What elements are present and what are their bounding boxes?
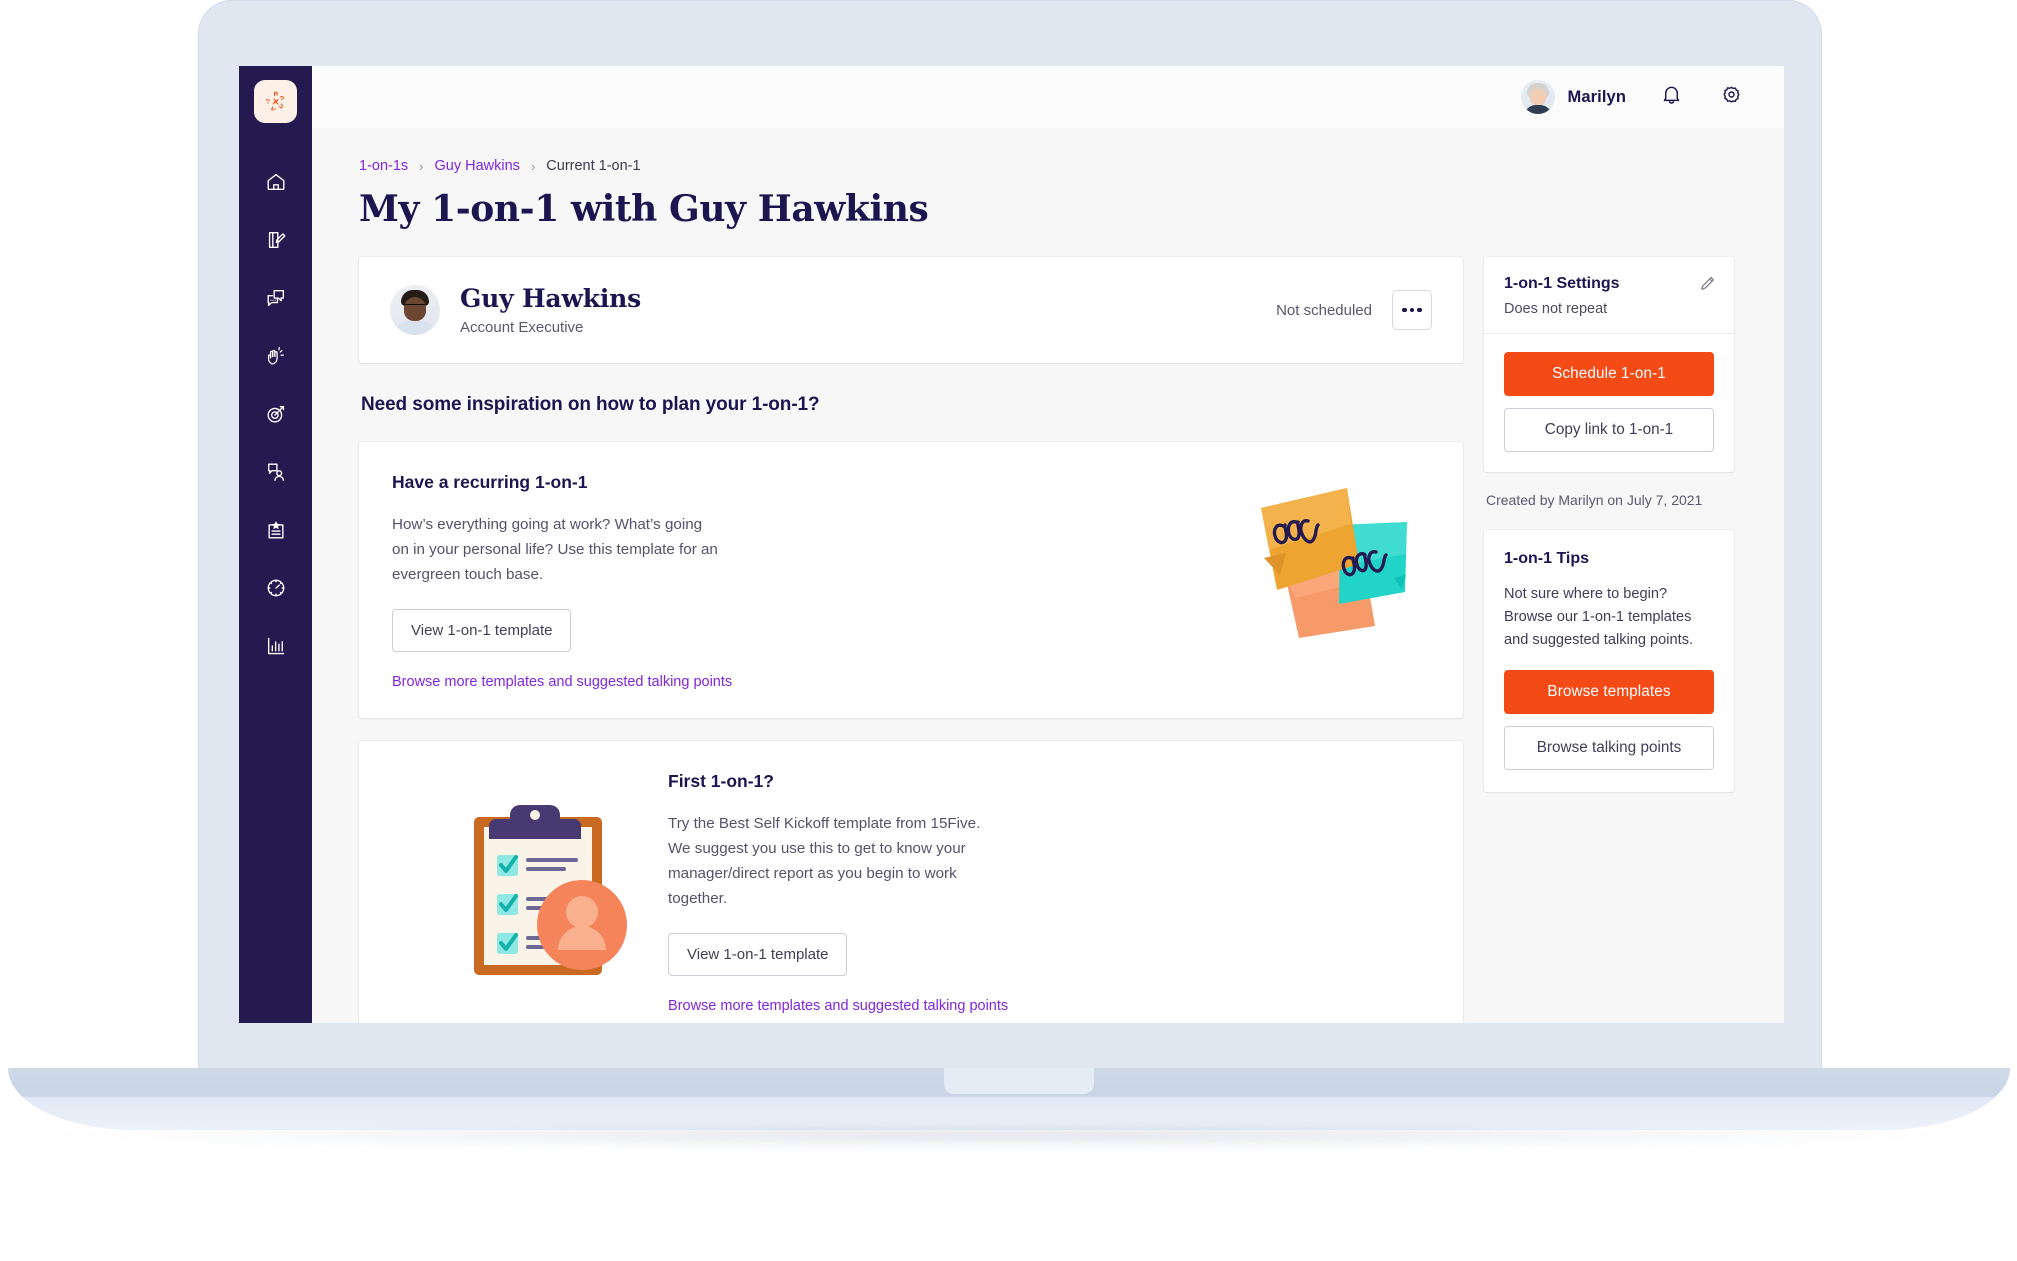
- profile-name: Guy Hawkins: [460, 284, 641, 313]
- home-icon: [265, 171, 287, 193]
- browse-more-templates-link[interactable]: Browse more templates and suggested talk…: [668, 998, 1430, 1014]
- ellipsis-icon: [1417, 307, 1423, 313]
- tips-text: Not sure where to begin? Browse our 1-on…: [1504, 586, 1694, 649]
- profile-role: Account Executive: [460, 319, 584, 336]
- sidebar-item-objectives[interactable]: [253, 391, 299, 437]
- ellipsis-icon: [1409, 307, 1415, 313]
- template-card-recurring: Have a recurring 1-on-1 How’s everything…: [359, 442, 1463, 719]
- breadcrumb-separator: ›: [419, 158, 424, 174]
- laptop-base-notch: [944, 1068, 1094, 1094]
- settings-title: 1-on-1 Settings: [1504, 275, 1620, 292]
- browse-talking-points-button[interactable]: Browse talking points: [1504, 726, 1714, 771]
- settings-button[interactable]: [1716, 82, 1746, 112]
- sticky-notes-illustration: [1255, 480, 1430, 645]
- tips-title: 1-on-1 Tips: [1504, 550, 1590, 567]
- settings-panel: 1-on-1 Settings Does not repeat Schedule…: [1484, 257, 1734, 472]
- profile-card: Guy Hawkins Account Executive Not schedu…: [359, 257, 1463, 363]
- check-in-icon: [265, 229, 287, 251]
- repeat-status: Does not repeat: [1504, 301, 1608, 317]
- breadcrumb-item-current: Current 1-on-1: [546, 158, 641, 174]
- breadcrumb: 1-on-1s › Guy Hawkins › Current 1-on-1: [359, 158, 1734, 174]
- sidebar-item-analytics[interactable]: [253, 623, 299, 669]
- sidebar-item-home[interactable]: [253, 159, 299, 205]
- sidebar-item-reviews[interactable]: [253, 507, 299, 553]
- breadcrumb-item-guy-hawkins[interactable]: Guy Hawkins: [435, 158, 520, 174]
- notifications-button[interactable]: [1656, 82, 1686, 112]
- template-card-title: First 1-on-1?: [668, 771, 774, 792]
- bell-icon: [1660, 83, 1683, 111]
- template-card-title: Have a recurring 1-on-1: [392, 472, 588, 492]
- breadcrumb-separator: ›: [530, 158, 536, 174]
- one-on-one-icon: [265, 461, 287, 483]
- user-name: Marilyn: [1567, 87, 1626, 106]
- inspiration-heading: Need some inspiration on how to plan you…: [361, 394, 820, 415]
- schedule-status: Not scheduled: [1276, 301, 1372, 319]
- avatar: [390, 285, 440, 335]
- clipboard-checklist-illustration: [454, 795, 634, 990]
- app-screen: Marilyn 1-on-1s › Guy Hawkins › Current …: [239, 66, 1784, 1023]
- top-bar: Marilyn: [312, 66, 1784, 128]
- analytics-bar-icon: [265, 635, 287, 657]
- sidebar-item-check-ins[interactable]: [253, 217, 299, 263]
- 15five-logo[interactable]: [254, 80, 297, 123]
- template-card-first: First 1-on-1? Try the Best Self Kickoff …: [359, 741, 1463, 1023]
- copy-link-button[interactable]: Copy link to 1-on-1: [1504, 408, 1714, 452]
- objectives-target-icon: [265, 403, 287, 425]
- sidebar-item-feedback[interactable]: [253, 275, 299, 321]
- avatar: [1520, 80, 1555, 114]
- gear-icon: [1720, 83, 1743, 111]
- user-menu[interactable]: Marilyn: [1520, 80, 1626, 114]
- ellipsis-icon: [1401, 307, 1407, 313]
- engagement-gauge-icon: [265, 577, 287, 599]
- view-template-button[interactable]: View 1-on-1 template: [392, 609, 572, 653]
- primary-sidebar: [239, 66, 312, 1023]
- high-five-icon: [265, 345, 287, 367]
- breadcrumb-item-1-on-1s[interactable]: 1-on-1s: [359, 158, 408, 174]
- sidebar-item-engagement[interactable]: [253, 565, 299, 611]
- sidebar-item-high-fives[interactable]: [253, 333, 299, 379]
- laptop-shadow: [60, 1122, 1960, 1148]
- browse-more-templates-link[interactable]: Browse more templates and suggested talk…: [392, 674, 1235, 690]
- more-options-button[interactable]: [1392, 290, 1432, 330]
- page-content: 1-on-1s › Guy Hawkins › Current 1-on-1 M…: [312, 128, 1784, 1023]
- pencil-icon[interactable]: [1699, 275, 1716, 297]
- page-title: My 1-on-1 with Guy Hawkins: [359, 188, 929, 230]
- browse-templates-button[interactable]: Browse templates: [1504, 670, 1714, 715]
- feedback-chat-icon: [265, 287, 287, 309]
- template-card-text: Try the Best Self Kickoff template from …: [668, 815, 981, 907]
- template-card-text: How’s everything going at work? What’s g…: [392, 516, 718, 583]
- schedule-1-on-1-button[interactable]: Schedule 1-on-1: [1504, 352, 1714, 396]
- tips-panel: 1-on-1 Tips Not sure where to begin? Bro…: [1484, 530, 1734, 793]
- laptop-mockup: Marilyn 1-on-1s › Guy Hawkins › Current …: [0, 0, 2017, 1261]
- created-by-text: Created by Marilyn on July 7, 2021: [1486, 492, 1703, 508]
- sidebar-item-1-on-1s[interactable]: [253, 449, 299, 495]
- view-template-button[interactable]: View 1-on-1 template: [668, 933, 848, 977]
- right-sidebar: 1-on-1 Settings Does not repeat Schedule…: [1484, 257, 1734, 793]
- reviews-clipboard-icon: [265, 519, 287, 541]
